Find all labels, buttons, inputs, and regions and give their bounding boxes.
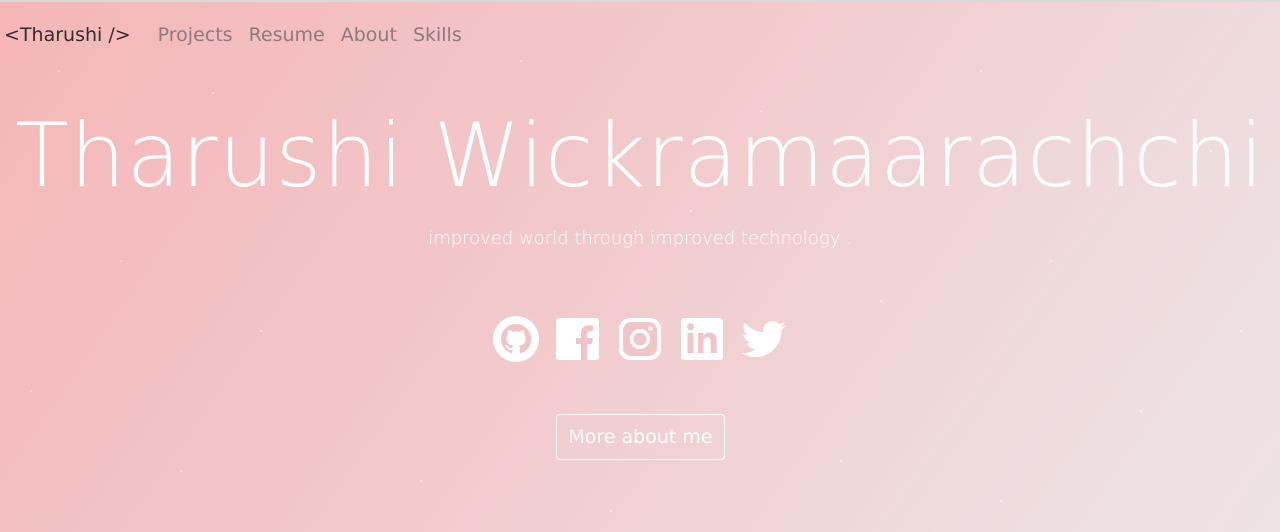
nav-link-about[interactable]: About bbox=[341, 24, 397, 46]
github-link[interactable] bbox=[492, 315, 540, 363]
github-icon bbox=[493, 316, 539, 362]
top-nav: <Tharushi /> Projects Resume About Skill… bbox=[4, 22, 478, 48]
social-links bbox=[0, 315, 1280, 363]
more-about-me-button[interactable]: More about me bbox=[556, 414, 725, 460]
linkedin-icon bbox=[681, 318, 723, 360]
instagram-icon bbox=[619, 318, 661, 360]
nav-link-projects[interactable]: Projects bbox=[158, 24, 233, 46]
window-top-border bbox=[0, 0, 1280, 2]
facebook-icon bbox=[556, 318, 599, 360]
twitter-link[interactable] bbox=[740, 315, 788, 363]
nav-link-resume[interactable]: Resume bbox=[249, 24, 325, 46]
facebook-link[interactable] bbox=[554, 315, 602, 363]
instagram-link[interactable] bbox=[616, 315, 664, 363]
brand-logo[interactable]: <Tharushi /> bbox=[4, 24, 131, 46]
twitter-icon bbox=[741, 321, 786, 358]
hero-tagline: improved world through improved technolo… bbox=[428, 228, 852, 249]
nav-link-skills[interactable]: Skills bbox=[413, 24, 462, 46]
linkedin-link[interactable] bbox=[678, 315, 726, 363]
hero-name: Tharushi Wickramaarachchi bbox=[15, 104, 1265, 207]
page: <Tharushi /> Projects Resume About Skill… bbox=[0, 0, 1280, 532]
